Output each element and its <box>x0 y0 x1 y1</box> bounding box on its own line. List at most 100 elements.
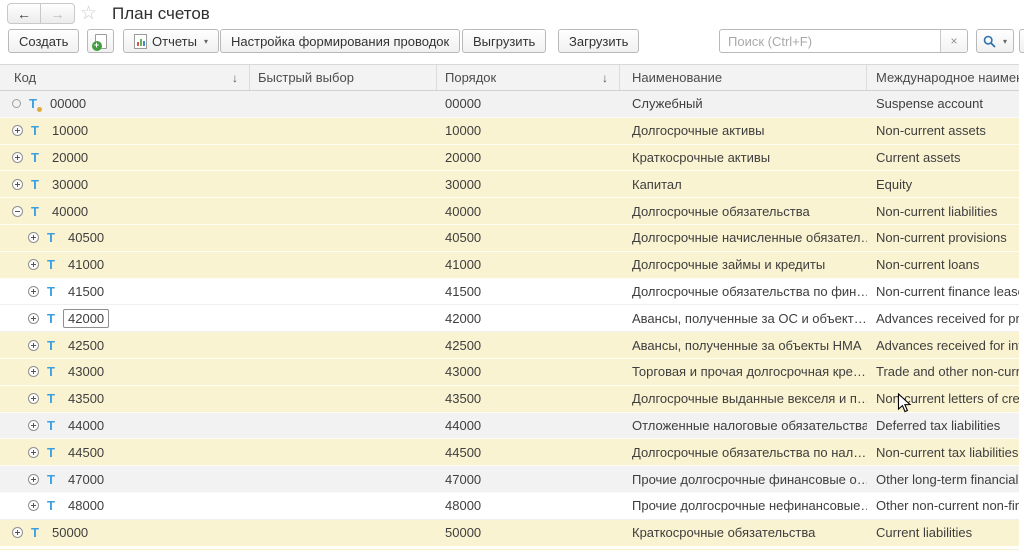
account-icon: T <box>45 338 57 353</box>
table-row[interactable]: T4400044000Отложенные налоговые обязател… <box>0 413 1019 440</box>
table-row[interactable]: T4150041500Долгосрочные обязательства по… <box>0 279 1019 306</box>
code-value: 42500 <box>63 336 109 355</box>
column-header-3[interactable]: Наименование <box>620 65 867 90</box>
code-cell: T50000 <box>0 520 250 546</box>
code-cell: T44000 <box>0 413 250 439</box>
column-header-2[interactable]: Порядок↓ <box>437 65 620 90</box>
table-row[interactable]: T4000040000Долгосрочные обязательстваNon… <box>0 198 1019 225</box>
account-icon: T <box>45 472 57 487</box>
account-icon: T <box>45 391 57 406</box>
quick-select-cell <box>250 279 437 305</box>
expand-plus-icon[interactable] <box>12 125 23 136</box>
quick-select-cell <box>250 439 437 465</box>
toolbar: Создать + Отчеты ▾ Настройка формировани… <box>0 28 1024 57</box>
table-row[interactable]: T4300043000Торговая и прочая долгосрочна… <box>0 359 1019 386</box>
expand-plus-icon[interactable] <box>28 447 39 458</box>
code-cell: T41000 <box>0 252 250 278</box>
table-row[interactable]: T4350043500Долгосрочные выданные векселя… <box>0 386 1019 413</box>
name-cell: Долгосрочные обязательства по нал… <box>620 439 867 465</box>
intl-name-cell: Non-current loans <box>867 252 1019 278</box>
name-cell: Долгосрочные начисленные обязател… <box>620 225 867 251</box>
favorite-star-icon[interactable]: ☆ <box>80 2 97 26</box>
code-cell: T00000 <box>0 91 250 117</box>
order-cell: 48000 <box>437 493 620 519</box>
code-cell: T47000 <box>0 466 250 492</box>
expand-plus-icon[interactable] <box>12 527 23 538</box>
table-row[interactable]: T4800048000Прочие долгосрочные нефинансо… <box>0 493 1019 520</box>
account-icon: T <box>45 257 57 272</box>
account-icon: T <box>45 284 57 299</box>
accounts-table: Код↓ Быстрый выбор Порядок↓ Наименование Меж… <box>0 64 1019 550</box>
quick-select-cell <box>250 305 437 331</box>
table-row[interactable]: T4450044500Долгосрочные обязательства по… <box>0 439 1019 466</box>
search-button[interactable]: ▾ <box>976 29 1014 53</box>
column-header-label: Быстрый выбор <box>258 70 354 85</box>
quick-select-cell <box>250 118 437 144</box>
name-cell: Отложенные налоговые обязательства <box>620 413 867 439</box>
name-cell: Прочие долгосрочные нефинансовые… <box>620 493 867 519</box>
expand-plus-icon[interactable] <box>28 500 39 511</box>
code-value: 50000 <box>47 523 93 542</box>
column-header-label: Наименование <box>632 70 722 85</box>
table-row[interactable]: T5000050000Краткосрочные обязательстваCu… <box>0 520 1019 547</box>
back-arrow-icon: ← <box>17 6 31 22</box>
order-cell: 30000 <box>437 171 620 197</box>
intl-name-cell: Non-current letters of cred <box>867 386 1019 412</box>
table-row[interactable]: T4050040500Долгосрочные начисленные обяз… <box>0 225 1019 252</box>
export-button-label: Выгрузить <box>473 34 535 49</box>
expand-plus-icon[interactable] <box>28 420 39 431</box>
expand-plus-icon[interactable] <box>28 393 39 404</box>
account-icon: T <box>29 150 41 165</box>
search-input[interactable] <box>720 30 940 52</box>
quick-select-cell <box>250 359 437 385</box>
name-cell: Долгосрочные выданные векселя и п… <box>620 386 867 412</box>
create-button[interactable]: Создать <box>8 29 79 53</box>
posting-setup-button[interactable]: Настройка формирования проводок <box>220 29 460 53</box>
import-button[interactable]: Загрузить <box>558 29 639 53</box>
create-group-button[interactable]: + <box>87 29 114 53</box>
leaf-circle-icon <box>12 99 21 108</box>
table-row[interactable]: T4100041000Долгосрочные займы и кредитыN… <box>0 252 1019 279</box>
forward-button[interactable]: → <box>41 4 74 23</box>
expand-plus-icon[interactable] <box>28 366 39 377</box>
reports-button[interactable]: Отчеты ▾ <box>123 29 219 53</box>
account-icon: T <box>45 498 57 513</box>
table-row[interactable]: T2000020000Краткосрочные активыCurrent a… <box>0 145 1019 172</box>
chart-of-accounts-window: ← → ☆ План счетов Создать + Отчеты ▾ Нас… <box>0 0 1024 550</box>
name-cell: Долгосрочные обязательства по фин… <box>620 279 867 305</box>
expand-plus-icon[interactable] <box>28 259 39 270</box>
intl-name-cell: Advances received for prop <box>867 305 1019 331</box>
order-cell: 00000 <box>437 91 620 117</box>
name-cell: Долгосрочные займы и кредиты <box>620 252 867 278</box>
table-row[interactable]: T1000010000Долгосрочные активыNon-curren… <box>0 118 1019 145</box>
expand-plus-icon[interactable] <box>28 313 39 324</box>
more-button-partial[interactable] <box>1019 29 1024 53</box>
intl-name-cell: Non-current provisions <box>867 225 1019 251</box>
search-clear-button[interactable]: × <box>940 30 967 52</box>
order-cell: 10000 <box>437 118 620 144</box>
collapse-minus-icon[interactable] <box>12 206 23 217</box>
table-row[interactable]: T4250042500Авансы, полученные за объекты… <box>0 332 1019 359</box>
reports-icon <box>134 34 147 49</box>
intl-name-cell: Current assets <box>867 145 1019 171</box>
back-button[interactable]: ← <box>8 4 41 23</box>
table-row[interactable]: T0000000000СлужебныйSuspense account <box>0 91 1019 118</box>
table-row[interactable]: T4700047000Прочие долгосрочные финансовы… <box>0 466 1019 493</box>
expand-plus-icon[interactable] <box>12 179 23 190</box>
export-button[interactable]: Выгрузить <box>462 29 546 53</box>
column-header-1[interactable]: Быстрый выбор <box>250 65 437 90</box>
code-value: 43000 <box>63 362 109 381</box>
expand-plus-icon[interactable] <box>28 232 39 243</box>
column-header-0[interactable]: Код↓ <box>0 65 250 90</box>
chevron-down-icon: ▾ <box>1003 37 1007 46</box>
expand-plus-icon[interactable] <box>12 152 23 163</box>
table-row[interactable]: T3000030000КапиталEquity <box>0 171 1019 198</box>
expand-plus-icon[interactable] <box>28 340 39 351</box>
table-header: Код↓ Быстрый выбор Порядок↓ Наименование Меж… <box>0 64 1019 91</box>
expand-plus-icon[interactable] <box>28 286 39 297</box>
column-header-4[interactable]: Международное наименование <box>867 65 1019 90</box>
table-row[interactable]: T4200042000Авансы, полученные за ОС и об… <box>0 305 1019 332</box>
quick-select-cell <box>250 225 437 251</box>
intl-name-cell: Advances received for inta <box>867 332 1019 358</box>
expand-plus-icon[interactable] <box>28 474 39 485</box>
